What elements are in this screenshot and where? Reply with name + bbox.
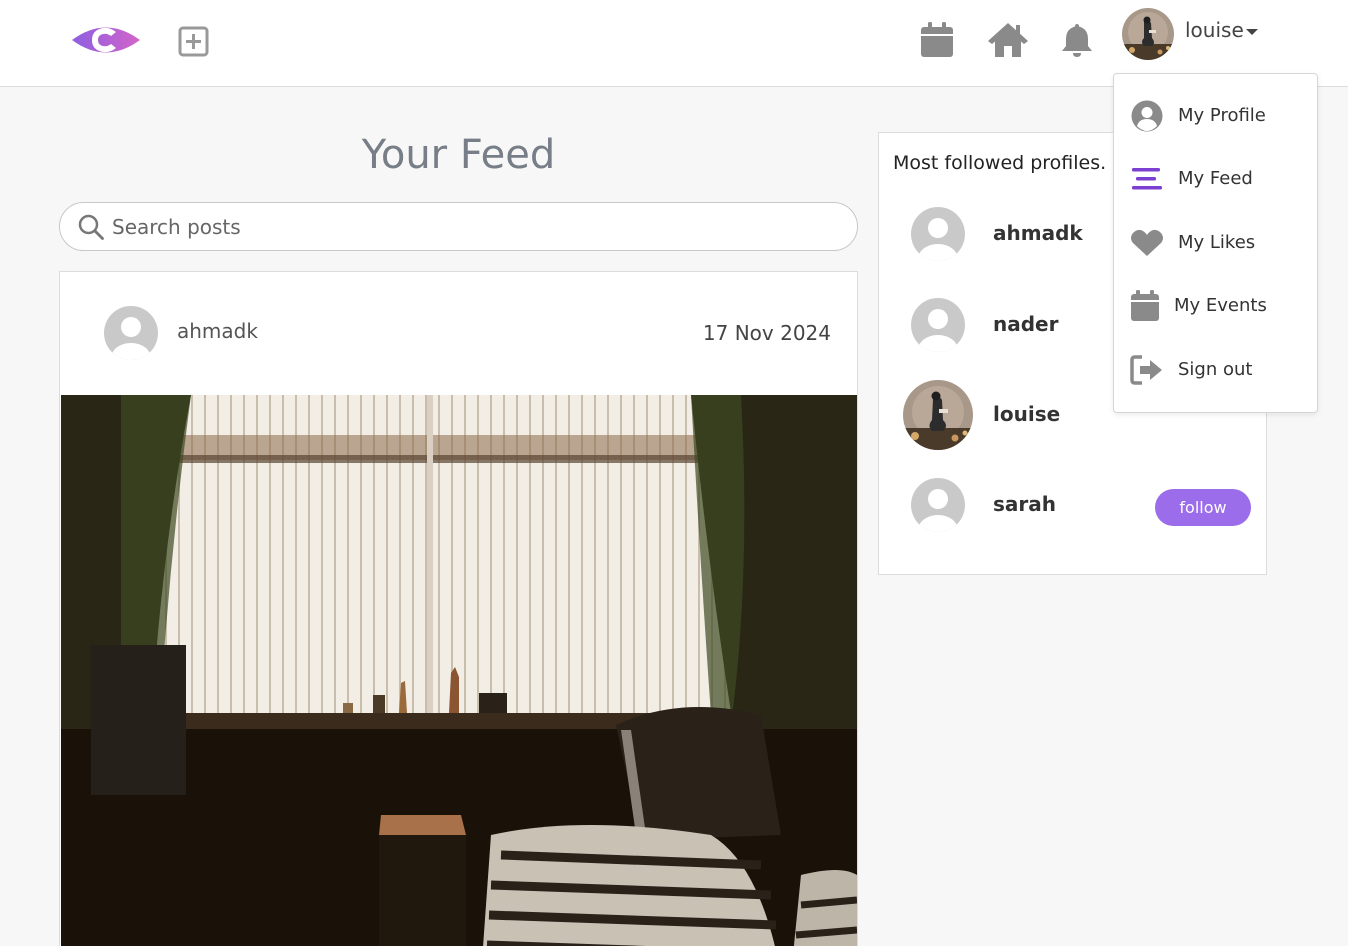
avatar[interactable] [1122, 8, 1174, 60]
nav-username[interactable]: louise [1185, 18, 1244, 42]
avatar[interactable] [911, 478, 965, 532]
profile-name[interactable]: sarah [993, 492, 1056, 516]
search-input[interactable] [112, 215, 832, 239]
user-circle-icon [1131, 100, 1163, 132]
profile-item[interactable]: sarah follow [879, 470, 1266, 540]
menu-item-my-likes[interactable]: My Likes [1114, 220, 1317, 266]
avatar[interactable] [104, 306, 158, 360]
calendar-icon [1131, 290, 1159, 321]
page-title: Your Feed [361, 132, 556, 178]
c-eye-logo[interactable] [70, 21, 142, 59]
avatar[interactable] [903, 380, 973, 450]
post-image[interactable] [61, 395, 857, 946]
menu-item-label: My Likes [1178, 232, 1256, 253]
menu-item-my-profile[interactable]: My Profile [1114, 93, 1317, 139]
sign-out-icon [1130, 355, 1162, 385]
bell-icon[interactable] [1060, 22, 1094, 58]
panel-title: Most followed profiles. [893, 152, 1107, 174]
follow-button[interactable]: follow [1155, 489, 1251, 526]
menu-item-label: My Events [1174, 295, 1267, 316]
profile-name[interactable]: nader [993, 312, 1058, 336]
plus-square-icon[interactable] [178, 26, 209, 57]
search-bar [59, 202, 858, 251]
post-card[interactable]: ahmadk 17 Nov 2024 [59, 271, 858, 946]
menu-item-sign-out[interactable]: Sign out [1114, 347, 1317, 393]
home-icon[interactable] [987, 22, 1029, 58]
profile-name[interactable]: ahmadk [993, 221, 1083, 245]
menu-item-label: My Profile [1178, 105, 1266, 126]
post-author[interactable]: ahmadk [177, 319, 258, 343]
calendar-icon[interactable] [920, 22, 954, 58]
caret-down-icon[interactable] [1246, 29, 1258, 35]
heart-icon [1131, 229, 1163, 256]
post-date: 17 Nov 2024 [702, 321, 831, 345]
profile-name[interactable]: louise [993, 402, 1060, 426]
avatar[interactable] [911, 207, 965, 261]
search-icon [78, 214, 104, 240]
stream-icon [1132, 168, 1162, 190]
menu-item-my-feed[interactable]: My Feed [1114, 156, 1317, 202]
avatar[interactable] [911, 298, 965, 352]
menu-item-label: My Feed [1178, 168, 1253, 189]
user-dropdown-menu: My Profile My Feed My Likes My Events Si… [1113, 73, 1318, 413]
menu-item-my-events[interactable]: My Events [1114, 283, 1317, 329]
menu-item-label: Sign out [1178, 359, 1253, 380]
